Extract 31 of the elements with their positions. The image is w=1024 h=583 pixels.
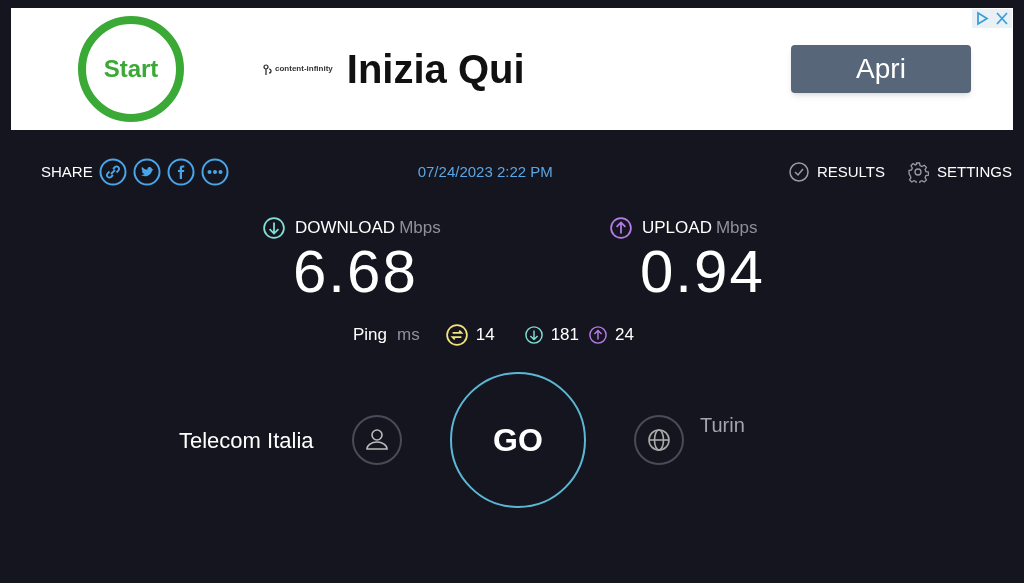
globe-icon[interactable] [634,415,684,465]
speed-label: UPLOAD [642,217,712,240]
go-button[interactable]: GO [450,372,586,508]
swap-arrows-icon [445,324,468,346]
ping-value: 181 [550,324,579,347]
speed-unit: Mbps [399,217,441,240]
settings-link[interactable]: SETTINGS [907,160,1012,184]
provider-name: Telecom Italia [179,426,315,455]
ping-label: Ping [353,324,388,347]
speed-value: 6.68 [293,240,419,304]
ad-info-icon[interactable] [972,9,992,28]
open-button[interactable]: Apri [791,45,971,93]
server-name: Turin [700,413,745,438]
ad-headline: Inizia Qui [346,46,525,93]
speed-value: 0.94 [640,240,766,304]
ping-unit: ms [397,324,420,347]
ping-value: 24 [615,324,634,347]
test-date: 07/24/2023 2:22 PM [417,161,553,182]
ping-value: 14 [475,324,495,347]
results-link[interactable]: RESULTS [788,160,885,184]
share-label: SHARE [41,161,93,182]
logo-text: content-infinity [275,63,333,75]
more-icon[interactable] [200,158,229,186]
close-icon[interactable] [992,9,1012,28]
check-icon [788,162,809,182]
speed-label: DOWNLOAD [295,217,396,240]
bird-icon[interactable] [132,158,161,186]
settings-icon [907,161,929,183]
speed-unit: Mbps [715,217,758,240]
user-icon[interactable] [352,415,402,465]
link-icon[interactable] [98,158,127,186]
